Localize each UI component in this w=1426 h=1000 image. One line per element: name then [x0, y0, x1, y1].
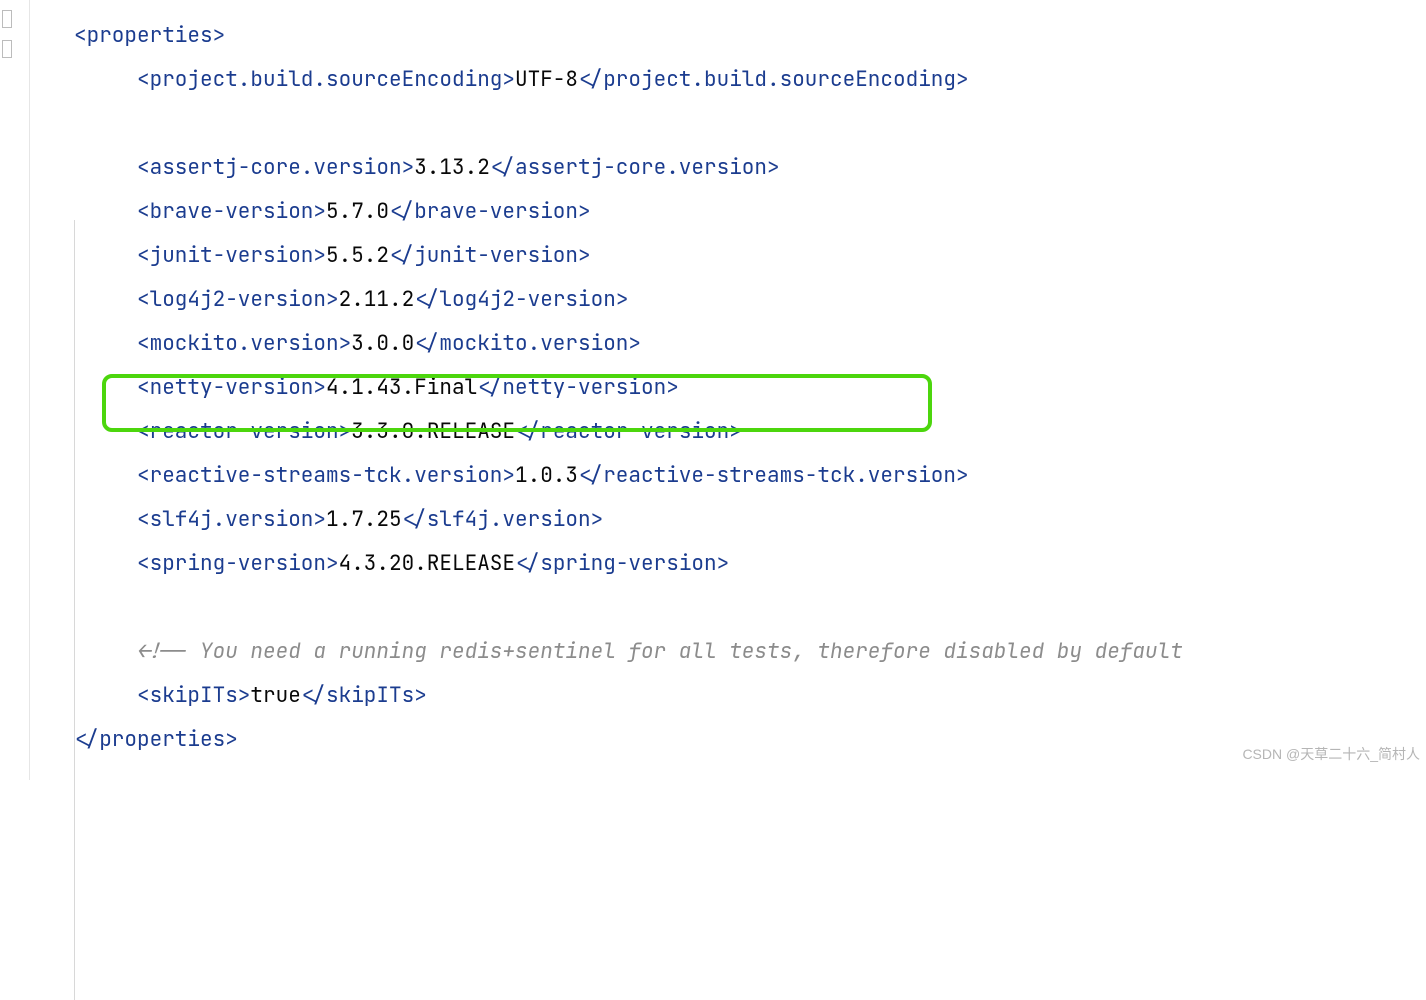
- code-line: <reactive-streams-tck.version>1.0.3</rea…: [74, 454, 1183, 498]
- code-line: <skipITs>true</skipITs>: [74, 674, 1183, 718]
- code-line: [74, 102, 1183, 146]
- gutter: [0, 0, 30, 780]
- code-line: <slf4j.version>1.7.25</slf4j.version>: [74, 498, 1183, 542]
- code-line: <mockito.version>3.0.0</mockito.version>: [74, 322, 1183, 366]
- code-line: <log4j2-version>2.11.2</log4j2-version>: [74, 278, 1183, 322]
- watermark-text: CSDN @天草二十六_简村人: [1242, 732, 1420, 776]
- code-line: <assertj-core.version>3.13.2</assertj-co…: [74, 146, 1183, 190]
- code-line: <brave-version>5.7.0</brave-version>: [74, 190, 1183, 234]
- fold-marker-icon: [2, 40, 12, 58]
- code-line: <project.build.sourceEncoding>UTF-8</pro…: [74, 58, 1183, 102]
- code-line: <junit-version>5.5.2</junit-version>: [74, 234, 1183, 278]
- code-line: <!-- You need a running redis+sentinel f…: [74, 630, 1183, 674]
- code-line: <spring-version>4.3.20.RELEASE</spring-v…: [74, 542, 1183, 586]
- code-line: <reactor-version>3.3.0.RELEASE</reactor-…: [74, 410, 1183, 454]
- code-line: <properties>: [74, 14, 1183, 58]
- fold-marker-icon: [2, 10, 12, 28]
- code-line: [74, 586, 1183, 630]
- code-line: <netty-version>4.1.43.Final</netty-versi…: [74, 366, 1183, 410]
- code-content: <properties> <project.build.sourceEncodi…: [74, 14, 1183, 762]
- code-line: </properties>: [74, 718, 1183, 762]
